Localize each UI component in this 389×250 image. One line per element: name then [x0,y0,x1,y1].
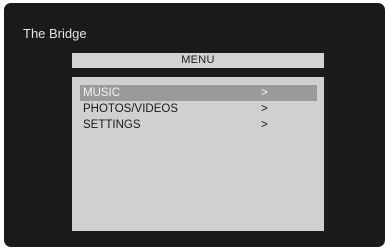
menu-title: MENU [72,53,324,68]
device-name: The Bridge [23,26,87,41]
chevron-right-icon: > [261,103,268,115]
tv-screen: The Bridge MENU MUSIC > PHOTOS/VIDEOS > … [0,0,389,250]
chevron-right-icon: > [261,87,268,99]
menu-item-label: SETTINGS [83,119,141,131]
menu-item-label: PHOTOS/VIDEOS [83,103,179,115]
chevron-right-icon: > [261,119,268,131]
menu-item-label: MUSIC [83,87,121,99]
menu-panel: MUSIC > PHOTOS/VIDEOS > SETTINGS > [72,77,324,231]
menu-item-photos-videos[interactable]: PHOTOS/VIDEOS > [80,101,317,117]
menu-list: MUSIC > PHOTOS/VIDEOS > SETTINGS > [80,85,317,133]
menu-item-music[interactable]: MUSIC > [80,85,317,101]
menu-item-settings[interactable]: SETTINGS > [80,117,317,133]
